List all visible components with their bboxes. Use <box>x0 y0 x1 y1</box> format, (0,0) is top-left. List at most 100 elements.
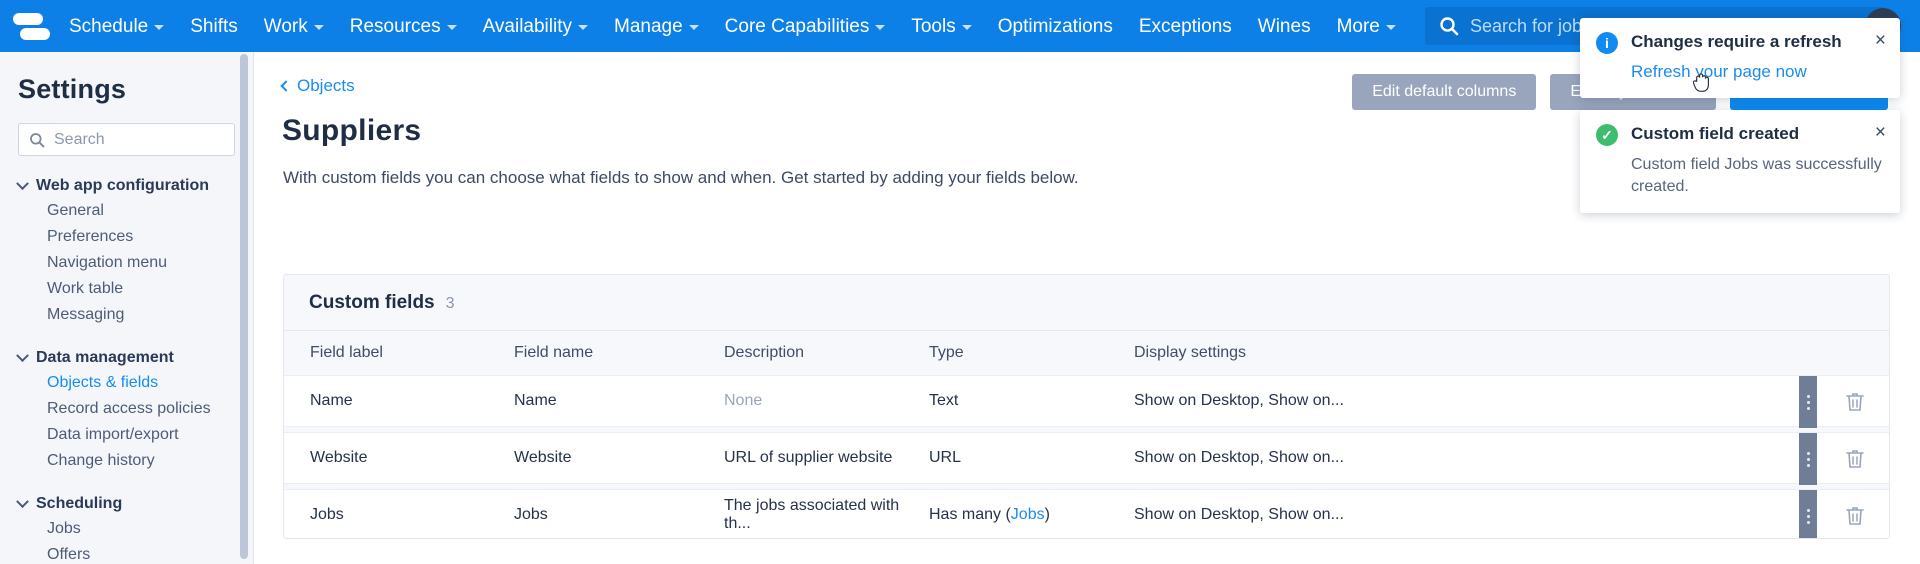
cell-description: None <box>724 392 763 409</box>
nav-item-manage[interactable]: Manage <box>601 0 712 52</box>
sidebar-item-data-import-export[interactable]: Data import/export <box>0 422 253 448</box>
sidebar-group-label: Data management <box>36 349 174 366</box>
nav-item-exceptions[interactable]: Exceptions <box>1126 0 1245 52</box>
column-header-field-label: Field label <box>310 344 383 361</box>
cell-type-text: Text <box>929 392 959 409</box>
table-body: Name Name None Text Show on Desktop, Show on… <box>284 375 1889 538</box>
sidebar-search-input[interactable]: Search <box>18 123 235 156</box>
sidebar-item-offers[interactable]: Offers <box>0 542 253 564</box>
chevron-down-icon <box>875 24 886 30</box>
drag-handle-icon[interactable] <box>1799 490 1817 538</box>
nav-item-resources[interactable]: Resources <box>337 0 470 52</box>
nav-items: Schedule Shifts Work Resources Availability M… <box>56 0 1409 52</box>
cell-field-name: Name <box>514 392 557 409</box>
table-row[interactable]: Jobs Jobs The jobs associated with th... Ha… <box>284 489 1889 538</box>
trash-icon[interactable] <box>1843 504 1867 528</box>
search-icon <box>1440 17 1459 36</box>
nav-item-label: Tools <box>911 15 956 37</box>
column-header-field-name: Field name <box>514 344 594 361</box>
nav-item-work[interactable]: Work <box>251 0 337 52</box>
toast-stack: i Changes require a refresh Refresh your p… <box>1580 18 1900 214</box>
sidebar-item-work-table[interactable]: Work table <box>0 276 253 302</box>
cell-field-label: Name <box>310 392 353 409</box>
chevron-left-icon <box>280 80 292 92</box>
chevron-down-icon <box>16 176 29 190</box>
nav-item-core-capabilities[interactable]: Core Capabilities <box>712 0 899 52</box>
sidebar-title: Settings <box>18 74 127 104</box>
toast-header: ✓ Custom field created <box>1596 124 1884 146</box>
sidebar-group-label: Web app configuration <box>36 177 210 194</box>
chevron-down-icon <box>688 24 699 30</box>
cell-type: Text <box>929 392 1134 410</box>
custom-fields-header: Custom fields 3 <box>284 275 1889 314</box>
breadcrumb-label: Objects <box>297 76 355 95</box>
close-icon[interactable]: × <box>1875 31 1886 50</box>
custom-fields-count: 3 <box>445 295 455 312</box>
sidebar-scrollbar[interactable] <box>240 54 248 559</box>
sidebar-item-objects-fields[interactable]: Objects & fields <box>0 370 253 396</box>
cell-display-settings: Show on Desktop, Show on... <box>1134 506 1344 523</box>
sidebar-group: Web app configuration General Preferences N… <box>0 174 253 328</box>
cell-description: The jobs associated with th... <box>724 497 900 532</box>
chevron-down-icon <box>154 24 165 30</box>
cell-description: URL of supplier website <box>724 449 893 466</box>
chevron-down-icon <box>1385 24 1396 30</box>
nav-item-label: Schedule <box>69 15 149 37</box>
sidebar-item-change-history[interactable]: Change history <box>0 448 253 474</box>
nav-item-availability[interactable]: Availability <box>470 0 601 52</box>
sidebar-item-general[interactable]: General <box>0 198 253 224</box>
breadcrumb[interactable]: Objects <box>280 76 355 96</box>
sidebar-groups: Web app configuration General Preferences N… <box>0 174 253 564</box>
table-row[interactable]: Website Website URL of supplier website URL… <box>284 432 1889 485</box>
drag-handle-icon[interactable] <box>1799 376 1817 428</box>
sidebar-item-messaging[interactable]: Messaging <box>0 302 253 328</box>
sidebar-group-scheduling[interactable]: Scheduling <box>0 492 253 516</box>
sidebar-item-jobs[interactable]: Jobs <box>0 516 253 542</box>
drag-handle-icon[interactable] <box>1799 433 1817 485</box>
cell-type-suffix: ) <box>1044 506 1050 523</box>
toast-action-link[interactable]: Refresh your page now <box>1631 62 1807 82</box>
toast-header: i Changes require a refresh <box>1596 32 1884 54</box>
nav-item-schedule[interactable]: Schedule <box>56 0 177 52</box>
toast-title: Custom field created <box>1631 124 1800 143</box>
info-icon: i <box>1596 32 1618 54</box>
nav-item-tools[interactable]: Tools <box>898 0 984 52</box>
check-circle-icon: ✓ <box>1596 124 1618 146</box>
cell-display-settings: Show on Desktop, Show on... <box>1134 392 1344 409</box>
sidebar-item-navigation-menu[interactable]: Navigation menu <box>0 250 253 276</box>
sidebar-search-placeholder: Search <box>54 130 105 148</box>
column-header-type: Type <box>929 344 964 361</box>
sidebar-group-web-app-configuration[interactable]: Web app configuration <box>0 174 253 198</box>
nav-item-label: Availability <box>482 15 572 37</box>
chevron-down-icon <box>961 24 972 30</box>
nav-item-more[interactable]: More <box>1324 0 1409 52</box>
chevron-down-icon <box>578 24 588 30</box>
close-icon[interactable]: × <box>1875 123 1886 142</box>
nav-item-label: Resources <box>349 15 441 37</box>
edit-default-columns-button[interactable]: Edit default columns <box>1352 74 1537 110</box>
cell-type-link[interactable]: Jobs <box>1011 506 1045 523</box>
sidebar-group-label: Scheduling <box>36 495 123 512</box>
toast-body: Custom field Jobs was successfully creat… <box>1631 156 1882 195</box>
nav-item-shifts[interactable]: Shifts <box>177 0 251 52</box>
nav-item-label: Exceptions <box>1138 15 1232 37</box>
trash-icon[interactable] <box>1843 390 1867 414</box>
nav-item-label: Optimizations <box>997 15 1113 37</box>
sidebar-item-record-access-policies[interactable]: Record access policies <box>0 396 253 422</box>
cell-field-label: Website <box>310 449 368 466</box>
cell-field-name: Jobs <box>514 506 548 523</box>
sidebar-group-data-management[interactable]: Data management <box>0 346 253 370</box>
chevron-down-icon <box>16 348 29 362</box>
sidebar-item-preferences[interactable]: Preferences <box>0 224 253 250</box>
nav-item-optimizations[interactable]: Optimizations <box>985 0 1126 52</box>
chevron-down-icon <box>313 24 324 30</box>
nav-item-label: Work <box>263 15 308 37</box>
toast-info: i Changes require a refresh Refresh your p… <box>1580 18 1900 98</box>
app-logo-icon[interactable] <box>0 0 56 52</box>
custom-fields-title: Custom fields <box>309 292 435 313</box>
toast-title: Changes require a refresh <box>1631 32 1842 51</box>
nav-item-wines[interactable]: Wines <box>1245 0 1324 52</box>
trash-icon[interactable] <box>1843 447 1867 471</box>
table-row[interactable]: Name Name None Text Show on Desktop, Show on… <box>284 375 1889 428</box>
table-header-row: Field label Field name Description Type Disp… <box>284 330 1889 375</box>
